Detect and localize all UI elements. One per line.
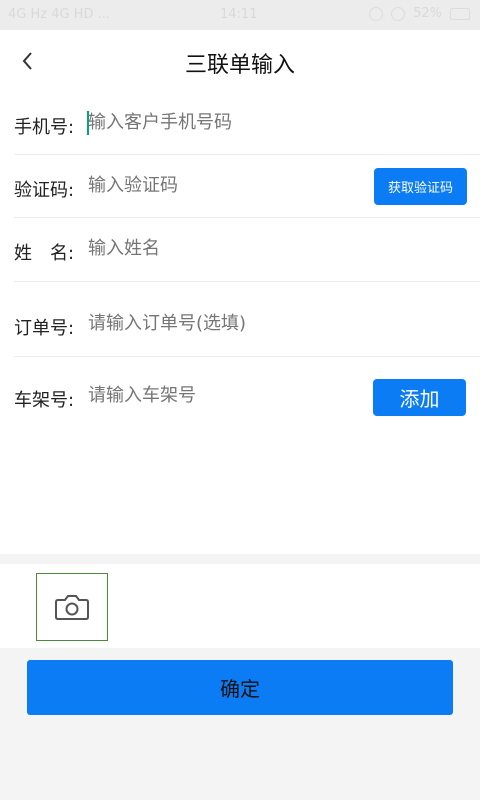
code-row: 验证码: 获取验证码 [0, 155, 480, 217]
get-code-button[interactable]: 获取验证码 [374, 168, 467, 205]
name-row: 姓 名: [0, 218, 480, 280]
order-label: 订单号: [14, 318, 75, 339]
frame-label: 车架号: [14, 390, 75, 411]
order-row: 订单号: [0, 282, 480, 356]
add-button-label: 添加 [399, 387, 440, 411]
phone-row: 手机号: [0, 92, 480, 154]
confirm-button[interactable]: 确定 [27, 660, 453, 715]
frame-input[interactable] [88, 385, 348, 406]
battery-percent: 52% [413, 6, 442, 21]
code-input[interactable] [88, 175, 338, 196]
confirm-label: 确定 [220, 677, 260, 701]
app-header: 三联单输入 [0, 30, 480, 92]
network-indicator: 4G Hz 4G HD ... [8, 7, 111, 22]
add-photo-button[interactable] [36, 573, 108, 641]
wifi-icon [391, 6, 406, 21]
status-bar: 4G Hz 4G HD ... 14:11 52% [0, 0, 480, 30]
photo-section [0, 564, 480, 648]
name-input[interactable] [88, 238, 388, 259]
status-time: 14:11 [220, 7, 258, 22]
name-label: 姓 名: [14, 243, 75, 264]
page-title: 三联单输入 [184, 53, 295, 78]
battery-icon [450, 7, 470, 20]
get-code-label: 获取验证码 [387, 181, 453, 196]
status-icons: 52% [369, 6, 470, 21]
order-input[interactable] [88, 313, 388, 334]
phone-label: 手机号: [14, 117, 75, 138]
frame-row: 车架号: 添加 [0, 357, 480, 437]
camera-icon [55, 595, 89, 620]
code-label: 验证码: [14, 180, 75, 201]
alarm-icon [369, 6, 384, 21]
add-button[interactable]: 添加 [373, 379, 466, 416]
phone-input[interactable] [88, 112, 388, 133]
form-panel: 手机号: 验证码: 获取验证码 姓 名: 订单号: 车架号: 添加 [0, 92, 480, 554]
